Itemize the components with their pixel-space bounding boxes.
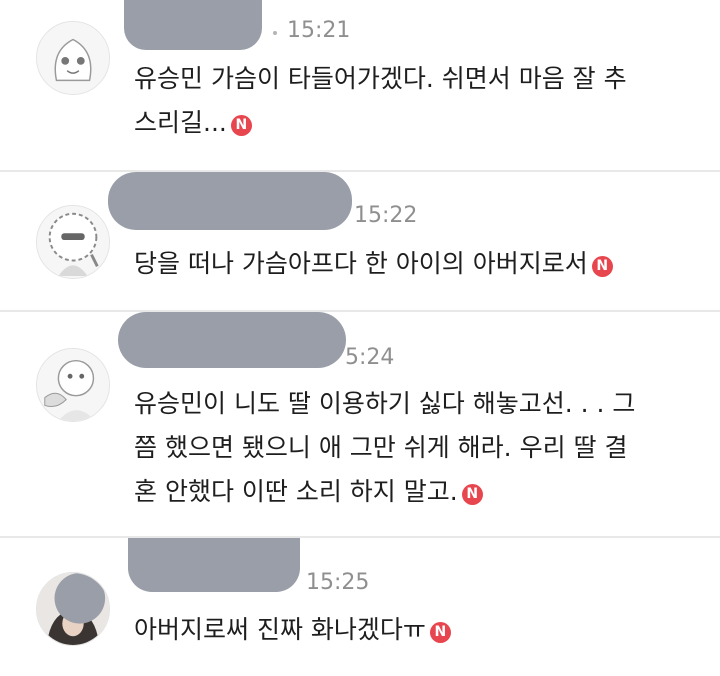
- comment-line: 혼 안했다 이딴 소리 하지 말고.: [134, 477, 458, 506]
- comment-line: 쯤 했으면 됐으니 애 그만 쉬게 해라. 우리 딸 결: [134, 433, 628, 462]
- new-badge-icon: N: [591, 256, 613, 277]
- comment-line: 유승민 가슴이 타들어가겠다. 쉬면서 마음 잘 추: [134, 64, 627, 93]
- comment-line: 당을 떠나 가슴아프다 한 아이의 아버지로서: [134, 249, 588, 278]
- redacted-username[interactable]: [128, 538, 300, 592]
- separator-dot: [273, 31, 277, 35]
- avatar[interactable]: [36, 21, 110, 95]
- comment-line: 아버지로써 진짜 화나겠다ㅠ: [134, 615, 426, 644]
- comment-item: 15:25 아버지로써 진짜 화나겠다ㅠ N: [0, 538, 720, 676]
- comment-time: 15:22: [354, 203, 418, 228]
- comment-line-with-badge: 스리길... N: [134, 101, 627, 145]
- comment-text: 유승민이 니도 딸 이용하기 싫다 해놓고선. . . 그 쯤 했으면 됐으니 …: [134, 382, 635, 514]
- waving-character-icon: [37, 349, 109, 421]
- redacted-username[interactable]: [118, 312, 346, 368]
- comment-line-with-badge: 당을 떠나 가슴아프다 한 아이의 아버지로서 N: [134, 242, 613, 286]
- comment-time: 15:21: [287, 18, 351, 43]
- avatar[interactable]: [36, 572, 110, 646]
- comment-line: 유승민이 니도 딸 이용하기 싫다 해놓고선. . . 그: [134, 389, 636, 418]
- person-photo-icon: [37, 573, 109, 645]
- comment-line-with-badge: 혼 안했다 이딴 소리 하지 말고. N: [134, 470, 635, 514]
- ryan-curly-character-icon: [37, 206, 109, 278]
- avatar[interactable]: [36, 205, 110, 279]
- comment-item: 5:24 유승민이 니도 딸 이용하기 싫다 해놓고선. . . 그 쯤 했으면…: [0, 312, 720, 538]
- avatar[interactable]: [36, 348, 110, 422]
- comment-text: 아버지로써 진짜 화나겠다ㅠ N: [134, 608, 451, 652]
- comment-line: 스리길...: [134, 108, 227, 137]
- peach-character-icon: [37, 22, 109, 94]
- redacted-username[interactable]: [124, 0, 262, 50]
- new-badge-icon: N: [461, 484, 483, 505]
- comment-text: 당을 떠나 가슴아프다 한 아이의 아버지로서 N: [134, 242, 613, 286]
- redacted-username[interactable]: [108, 172, 352, 230]
- comment-text: 유승민 가슴이 타들어가겠다. 쉬면서 마음 잘 추 스리길... N: [134, 57, 627, 145]
- new-badge-icon: N: [230, 115, 252, 136]
- comment-item: 15:22 당을 떠나 가슴아프다 한 아이의 아버지로서 N: [0, 172, 720, 312]
- comment-item: 15:21 유승민 가슴이 타들어가겠다. 쉬면서 마음 잘 추 스리길... N: [0, 0, 720, 172]
- comment-line-with-badge: 아버지로써 진짜 화나겠다ㅠ N: [134, 608, 451, 652]
- comment-time: 5:24: [345, 345, 395, 370]
- comment-time: 15:25: [306, 570, 370, 595]
- new-badge-icon: N: [429, 622, 451, 643]
